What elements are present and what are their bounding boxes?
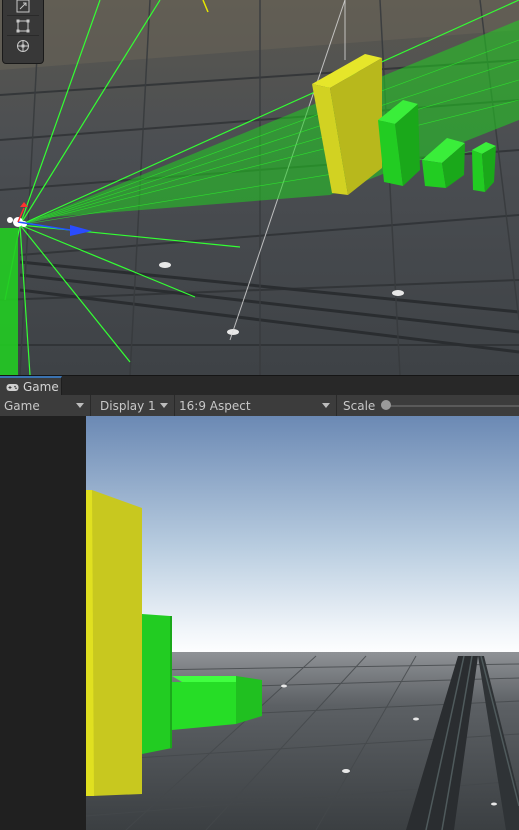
- tab-game[interactable]: Game: [0, 376, 62, 396]
- game-tab-bar: Game: [0, 375, 519, 396]
- scale-slider-handle[interactable]: [381, 400, 391, 410]
- game-letterbox: [0, 416, 86, 830]
- display-dropdown[interactable]: Display 1: [91, 395, 175, 416]
- transform-tool-icon: [17, 40, 29, 52]
- scale-label-cell: Scale: [337, 395, 383, 416]
- scale-slider-track[interactable]: [386, 405, 519, 407]
- scene-view[interactable]: [0, 0, 519, 375]
- chevron-down-icon: [76, 403, 84, 408]
- scale-label: Scale: [343, 398, 376, 413]
- game-viewport[interactable]: [86, 416, 519, 830]
- scene-viewport[interactable]: [0, 0, 519, 375]
- game-toolbar: Game Display 1 16:9 Aspect Scale: [0, 395, 519, 417]
- display-label: Display 1: [100, 398, 156, 413]
- game-render: [86, 416, 519, 830]
- aspect-dropdown[interactable]: 16:9 Aspect: [175, 395, 337, 416]
- view-mode-label: Game: [4, 398, 40, 413]
- scene-tool-strip: [2, 0, 44, 64]
- rect-tool-button[interactable]: [7, 17, 39, 36]
- scale-tool-button[interactable]: [7, 0, 39, 16]
- view-mode-dropdown[interactable]: Game: [0, 395, 91, 416]
- chevron-down-icon: [160, 403, 168, 408]
- scale-tool-icon: [16, 0, 30, 13]
- rect-tool-icon: [16, 19, 30, 33]
- gamepad-icon: [6, 383, 19, 391]
- aspect-label: 16:9 Aspect: [179, 398, 251, 413]
- transform-tool-button[interactable]: [7, 37, 39, 55]
- tab-game-label: Game: [23, 380, 59, 394]
- chevron-down-icon: [322, 403, 330, 408]
